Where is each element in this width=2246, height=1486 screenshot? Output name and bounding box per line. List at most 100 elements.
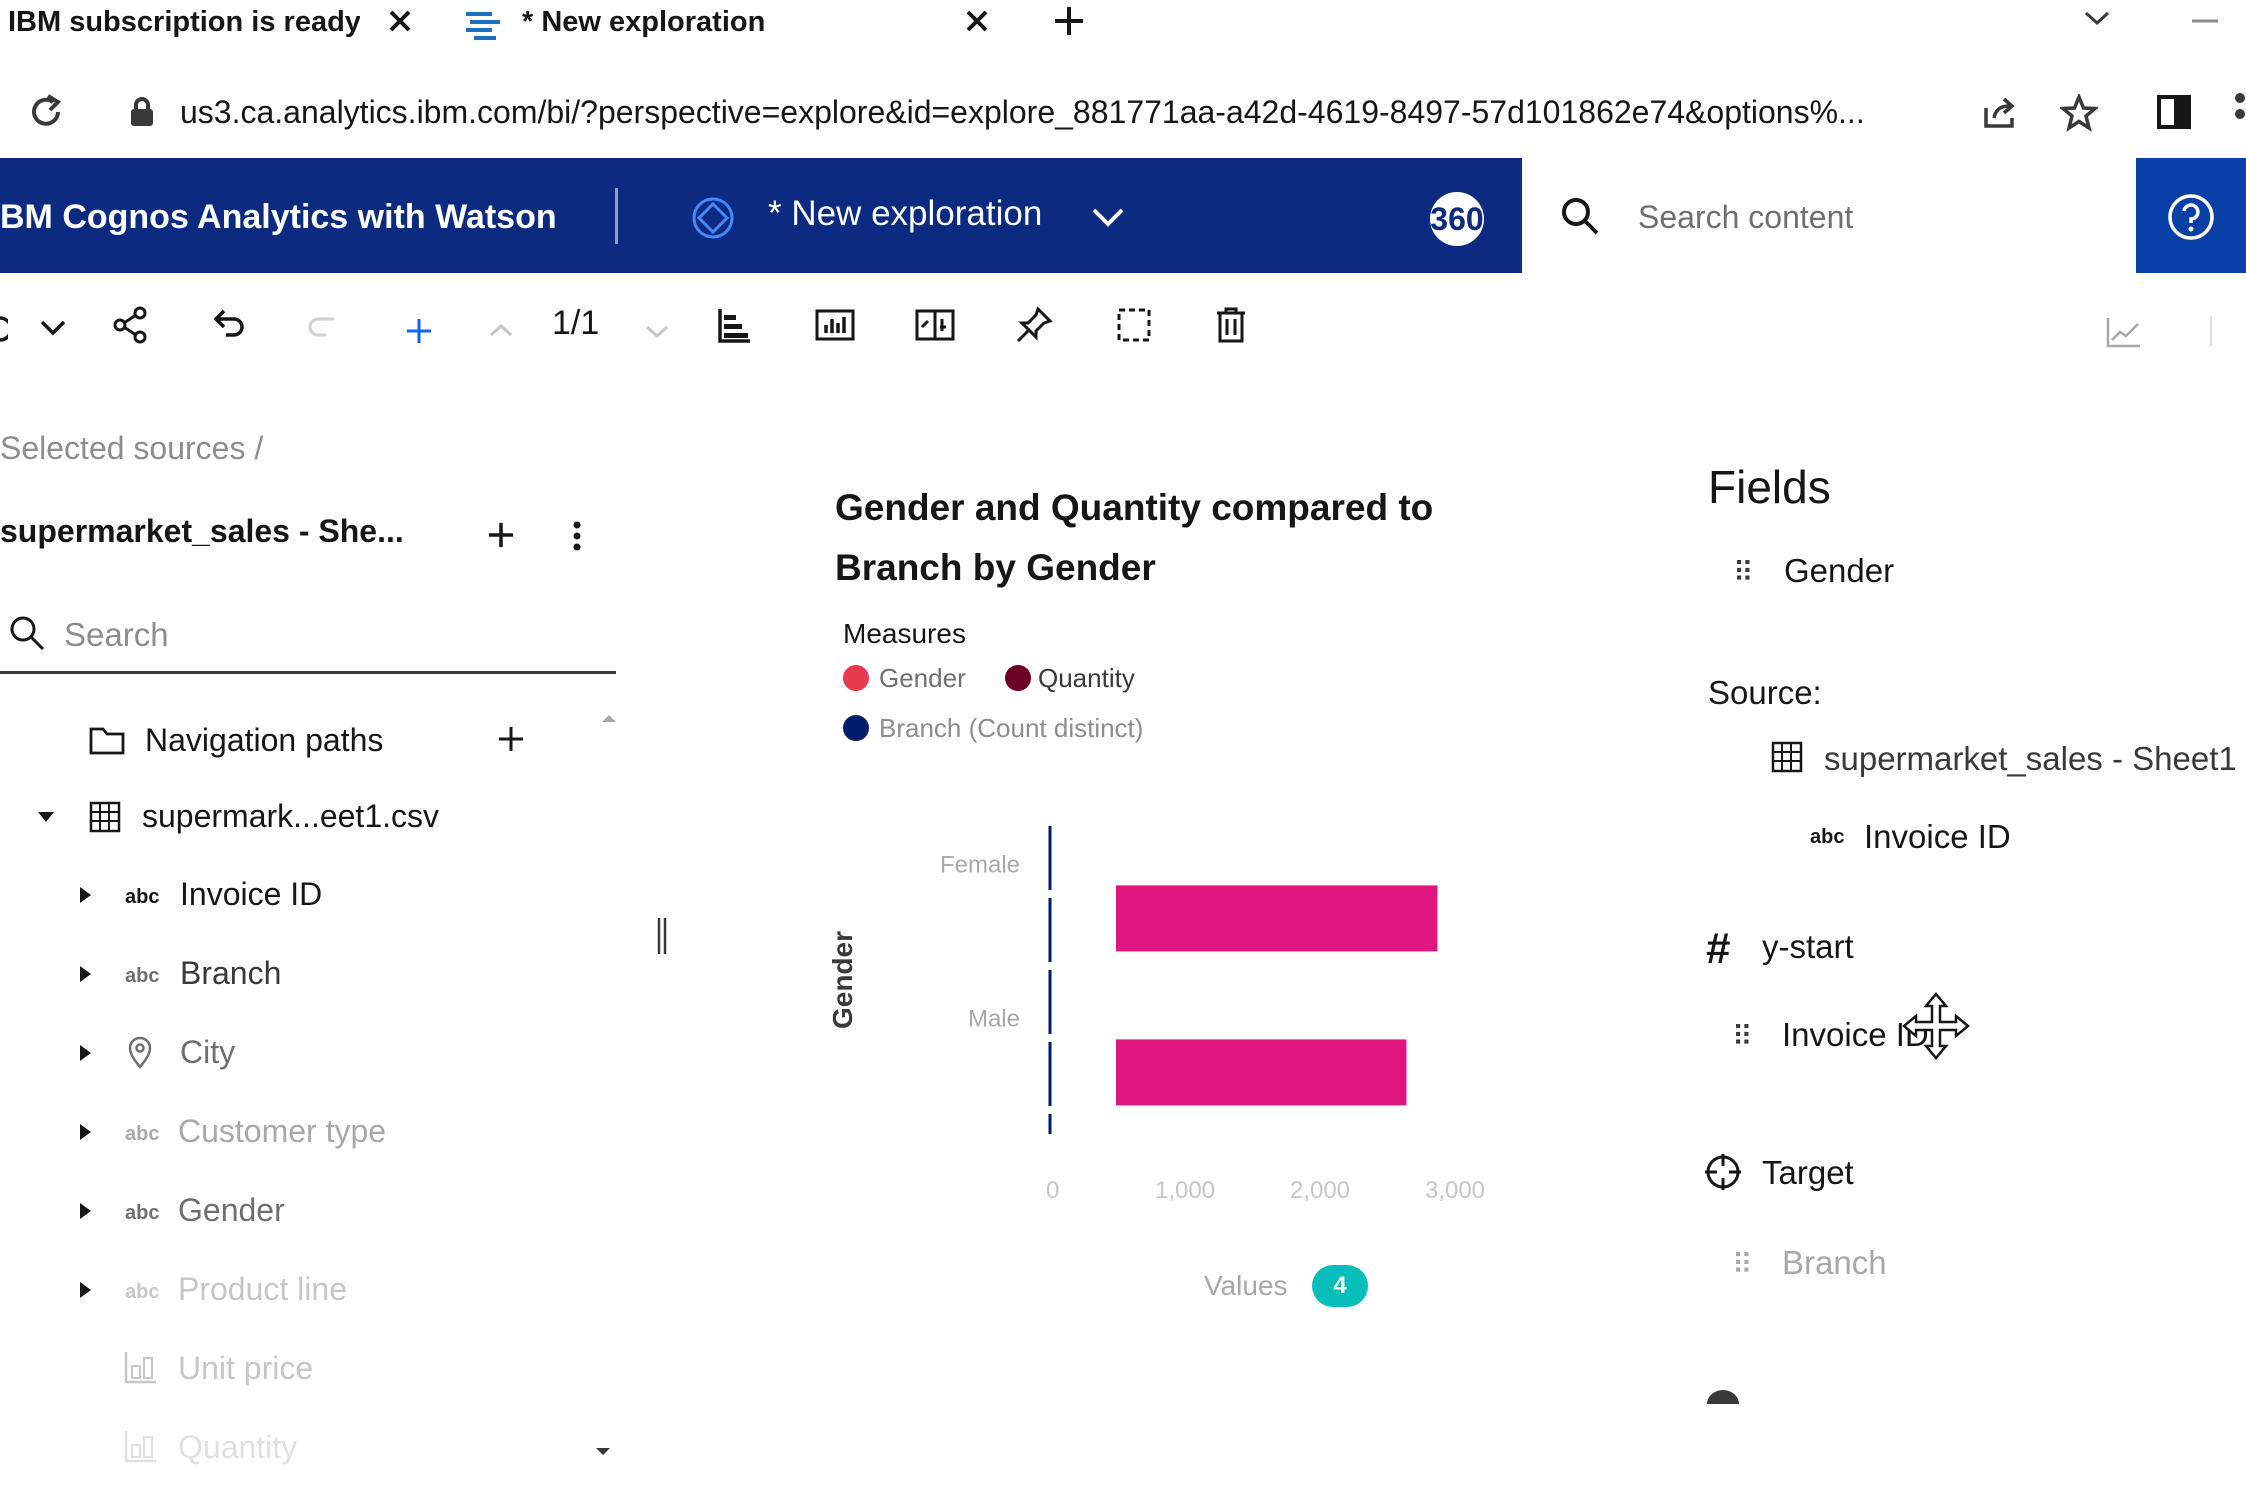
reload-icon[interactable]	[26, 92, 66, 132]
values-count-badge[interactable]: 4	[1312, 1265, 1368, 1307]
undo-icon[interactable]	[208, 305, 248, 345]
exploration-title[interactable]: * New exploration	[768, 194, 1042, 234]
tree-item-city[interactable]: City	[180, 1034, 235, 1071]
extensions-icon[interactable]	[2226, 86, 2246, 126]
sidebar-toggle-icon[interactable]	[2156, 94, 2192, 130]
sort-icon[interactable]	[714, 305, 754, 345]
close-tab-icon[interactable]	[962, 6, 992, 36]
x-tick-label: 1,000	[1155, 1177, 1215, 1204]
expand-caret-icon[interactable]	[80, 1282, 91, 1298]
new-tab-icon[interactable]	[1052, 4, 1086, 38]
chart-title[interactable]: Gender and Quantity compared to Branch b…	[835, 478, 1515, 598]
add-card-icon[interactable]	[402, 314, 436, 348]
data-file-label[interactable]: supermark...eet1.csv	[142, 798, 439, 835]
bar-female[interactable]	[1116, 885, 1438, 952]
legend-item-gender[interactable]: Gender	[879, 663, 966, 694]
expand-caret-icon[interactable]	[80, 887, 91, 903]
toolbar-dropdown-chevron-icon[interactable]	[38, 318, 68, 338]
collapse-caret-icon[interactable]	[36, 810, 56, 824]
source-overflow-menu-icon[interactable]	[572, 520, 582, 552]
search-icon[interactable]	[1560, 196, 1600, 236]
navigation-paths-label[interactable]: Navigation paths	[145, 722, 383, 759]
redo-icon[interactable]	[304, 305, 344, 345]
toolbar-separator	[2210, 316, 2212, 346]
breadcrumb[interactable]: Selected sources /	[0, 430, 263, 467]
expand-caret-icon[interactable]	[80, 1124, 91, 1140]
x-tick-label: 0	[1046, 1177, 1059, 1204]
x-tick-label: 3,000	[1425, 1177, 1485, 1204]
source-field-invoice-id[interactable]: Invoice ID	[1864, 818, 2011, 856]
measure-field-icon	[122, 1350, 158, 1384]
search-content-input[interactable]: Search content	[1638, 199, 1853, 236]
tab-title-ibm-subscription[interactable]: IBM subscription is ready to	[8, 6, 360, 39]
tree-item-unit-price[interactable]: Unit price	[178, 1350, 313, 1387]
move-cursor-icon	[1900, 990, 1972, 1062]
drag-handle-icon[interactable]: ⠿	[1733, 556, 1754, 589]
next-card-icon[interactable]	[644, 324, 670, 340]
share-icon[interactable]	[112, 305, 150, 345]
toolbar-partial-icon[interactable]	[0, 314, 8, 344]
tab-title-new-exploration[interactable]: * New exploration	[522, 6, 962, 39]
minimize-window-icon[interactable]	[2190, 18, 2220, 24]
bar-male[interactable]	[1116, 1039, 1407, 1106]
select-area-icon[interactable]	[1114, 305, 1154, 345]
tree-item-gender[interactable]: Gender	[178, 1192, 285, 1229]
source-table-name[interactable]: supermarket_sales - Sheet1	[1824, 740, 2237, 778]
tree-item-quantity[interactable]: Quantity	[178, 1429, 297, 1466]
avatar[interactable]: 360	[1430, 192, 1484, 246]
tree-item-branch[interactable]: Branch	[180, 955, 281, 992]
location-icon	[126, 1036, 154, 1070]
tree-item-product-line[interactable]: Product line	[178, 1271, 347, 1308]
tree-scroll-up-icon[interactable]	[600, 712, 618, 724]
expand-caret-icon[interactable]	[80, 966, 91, 982]
help-icon	[2166, 192, 2216, 242]
target-field-branch[interactable]: Branch	[1782, 1244, 1887, 1282]
header-divider	[615, 188, 618, 244]
table-icon	[1770, 740, 1804, 774]
url-field[interactable]: us3.ca.analytics.ibm.com/bi/?perspective…	[180, 94, 1960, 131]
share-page-icon[interactable]	[1980, 94, 2020, 132]
expand-caret-icon[interactable]	[80, 1045, 91, 1061]
tree-item-invoice-id[interactable]: Invoice ID	[180, 876, 322, 913]
tab-list-chevron-icon[interactable]	[2082, 8, 2112, 28]
exploration-menu-chevron-icon[interactable]	[1090, 204, 1126, 230]
panel-resize-handle[interactable]	[656, 916, 668, 956]
text-field-icon: abc	[1810, 826, 1845, 848]
table-icon	[88, 800, 122, 834]
tree-item-customer-type[interactable]: Customer type	[178, 1113, 386, 1150]
pin-icon[interactable]	[1014, 305, 1054, 345]
app-title: BM Cognos Analytics with Watson	[0, 198, 557, 236]
change-visualization-icon[interactable]	[814, 305, 856, 345]
legend-swatch-quantity	[1005, 665, 1031, 691]
category-label-female[interactable]: Female	[940, 851, 1020, 878]
target-slot-label: Target	[1762, 1154, 1854, 1191]
compare-icon[interactable]	[914, 305, 956, 345]
folder-icon	[88, 724, 126, 756]
legend-item-branch[interactable]: Branch (Count distinct)	[879, 713, 1143, 744]
y-axis-title[interactable]: Gender	[827, 931, 858, 1029]
text-field-icon: abc	[125, 965, 160, 987]
source-name[interactable]: supermarket_sales - She...	[0, 513, 404, 550]
previous-card-icon[interactable]	[488, 322, 514, 338]
field-gender[interactable]: Gender	[1784, 552, 1894, 590]
cognos-tab-favicon-icon	[462, 4, 504, 44]
legend-item-quantity[interactable]: Quantity	[1038, 663, 1135, 694]
insights-chart-icon[interactable]	[2104, 314, 2144, 350]
expand-caret-icon[interactable]	[80, 1203, 91, 1219]
delete-icon[interactable]	[1212, 305, 1250, 345]
add-source-icon[interactable]	[486, 520, 516, 550]
bookmark-star-icon[interactable]	[2060, 94, 2098, 132]
add-navigation-path-icon[interactable]	[496, 724, 526, 754]
legend-measures-label: Measures	[843, 618, 966, 649]
text-field-icon: abc	[125, 1281, 160, 1303]
tree-scroll-down-icon[interactable]	[594, 1446, 612, 1458]
values-axis-label[interactable]: Values	[1204, 1270, 1288, 1302]
drag-handle-icon[interactable]: ⠿	[1732, 1020, 1753, 1053]
category-label-male[interactable]: Male	[968, 1005, 1020, 1032]
search-underline	[0, 671, 616, 674]
source-search-input[interactable]: Search	[64, 616, 169, 654]
drag-handle-icon[interactable]: ⠿	[1732, 1248, 1753, 1281]
lock-icon[interactable]	[128, 96, 156, 128]
help-button[interactable]	[2136, 158, 2246, 273]
close-tab-icon[interactable]	[385, 6, 415, 36]
